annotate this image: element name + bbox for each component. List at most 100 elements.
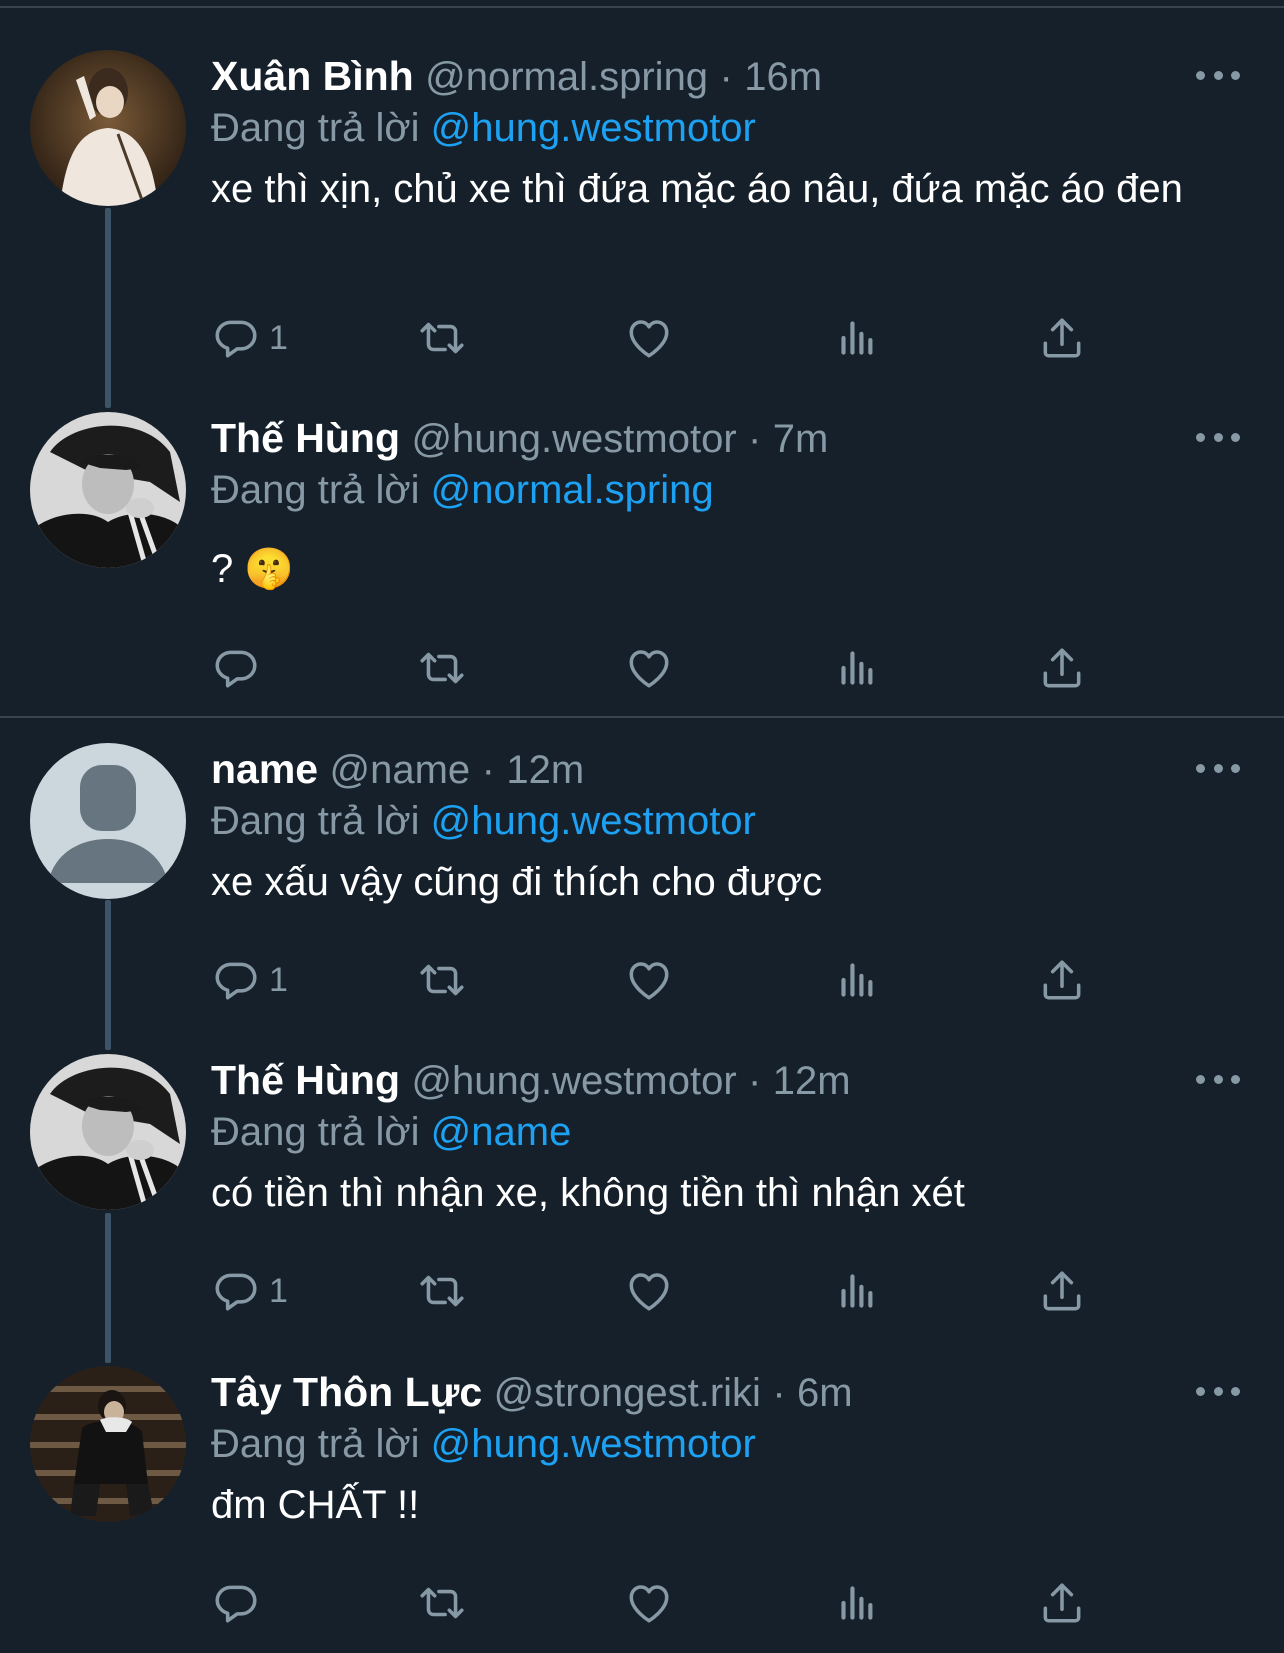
- retweet-button[interactable]: [417, 1265, 467, 1317]
- share-button[interactable]: [1037, 642, 1087, 694]
- views-button[interactable]: [831, 1265, 881, 1317]
- mention-link[interactable]: @hung.westmotor: [431, 799, 756, 843]
- more-icon[interactable]: [1196, 430, 1240, 444]
- replying-label: Đang trả lời: [211, 468, 420, 512]
- avatar[interactable]: [30, 50, 186, 206]
- share-icon: [1037, 1266, 1087, 1316]
- avatar[interactable]: [30, 743, 186, 899]
- action-bar: 1: [211, 954, 1131, 1006]
- replying-label: Đang trả lời: [211, 799, 420, 843]
- thread-divider: [0, 716, 1284, 718]
- reply-button[interactable]: [211, 642, 269, 694]
- timestamp[interactable]: 6m: [797, 1371, 853, 1415]
- tweet-text: xe thì xịn, chủ xe thì đứa mặc áo nâu, đ…: [211, 167, 1183, 211]
- display-name[interactable]: Xuân Bình: [211, 53, 414, 99]
- like-button[interactable]: [624, 642, 674, 694]
- mention-link[interactable]: @normal.spring: [431, 468, 714, 512]
- tweet-text: ? 🤫: [211, 547, 295, 591]
- reply-count: 1: [269, 318, 288, 357]
- timestamp[interactable]: 7m: [773, 417, 829, 461]
- action-bar: [211, 642, 1131, 694]
- share-button[interactable]: [1037, 954, 1087, 1006]
- reply-count: 1: [269, 960, 288, 999]
- handle[interactable]: @strongest.riki: [494, 1371, 761, 1415]
- separator: ·: [772, 1371, 786, 1415]
- share-icon: [1037, 643, 1087, 693]
- mention-link[interactable]: @hung.westmotor: [431, 1422, 756, 1466]
- avatar[interactable]: [30, 1366, 186, 1522]
- like-button[interactable]: [624, 954, 674, 1006]
- reply-icon: [211, 1266, 261, 1316]
- retweet-icon: [417, 313, 467, 363]
- reply-icon: [211, 955, 261, 1005]
- reply-button[interactable]: 1: [211, 1265, 288, 1317]
- thread-connector: [105, 900, 111, 1050]
- mention-link[interactable]: @name: [431, 1110, 572, 1154]
- display-name[interactable]: Tây Thôn Lực: [211, 1369, 482, 1415]
- tweet-text: có tiền thì nhận xe, không tiền thì nhận…: [211, 1171, 965, 1215]
- display-name[interactable]: Thế Hùng: [211, 415, 400, 461]
- more-icon[interactable]: [1196, 1384, 1240, 1398]
- analytics-icon: [831, 1266, 881, 1316]
- handle[interactable]: @hung.westmotor: [411, 417, 736, 461]
- views-button[interactable]: [831, 1577, 881, 1629]
- timestamp[interactable]: 16m: [744, 55, 822, 99]
- more-icon[interactable]: [1196, 761, 1240, 775]
- retweet-button[interactable]: [417, 642, 467, 694]
- retweet-icon: [417, 1578, 467, 1628]
- handle[interactable]: @name: [330, 748, 471, 792]
- tweet-text: đm CHẤT !!: [211, 1483, 420, 1527]
- more-icon[interactable]: [1196, 1072, 1240, 1086]
- share-button[interactable]: [1037, 312, 1087, 364]
- replying-label: Đang trả lời: [211, 1422, 420, 1466]
- heart-icon: [624, 1578, 674, 1628]
- handle[interactable]: @hung.westmotor: [411, 1059, 736, 1103]
- display-name[interactable]: name: [211, 746, 318, 792]
- separator: ·: [481, 748, 495, 792]
- timestamp[interactable]: 12m: [506, 748, 584, 792]
- replying-label: Đang trả lời: [211, 1110, 420, 1154]
- retweet-button[interactable]: [417, 1577, 467, 1629]
- tweet-text: xe xấu vậy cũng đi thích cho được: [211, 860, 823, 904]
- retweet-button[interactable]: [417, 312, 467, 364]
- top-divider: [0, 6, 1284, 8]
- views-button[interactable]: [831, 954, 881, 1006]
- reply-icon: [211, 1578, 261, 1628]
- like-button[interactable]: [624, 1265, 674, 1317]
- display-name[interactable]: Thế Hùng: [211, 1057, 400, 1103]
- share-button[interactable]: [1037, 1577, 1087, 1629]
- reply-button[interactable]: [211, 1577, 269, 1629]
- timestamp[interactable]: 12m: [773, 1059, 851, 1103]
- like-button[interactable]: [624, 1577, 674, 1629]
- reply-button[interactable]: 1: [211, 954, 288, 1006]
- retweet-icon: [417, 955, 467, 1005]
- separator: ·: [719, 55, 733, 99]
- reply-icon: [211, 643, 261, 693]
- thread-connector: [105, 1213, 111, 1363]
- heart-icon: [624, 1266, 674, 1316]
- avatar[interactable]: [30, 412, 186, 568]
- action-bar: 1: [211, 312, 1131, 364]
- reply-button[interactable]: 1: [211, 312, 288, 364]
- share-icon: [1037, 1578, 1087, 1628]
- separator: ·: [748, 417, 762, 461]
- mention-link[interactable]: @hung.westmotor: [431, 106, 756, 150]
- retweet-button[interactable]: [417, 954, 467, 1006]
- action-bar: 1: [211, 1265, 1131, 1317]
- views-button[interactable]: [831, 312, 881, 364]
- retweet-icon: [417, 1266, 467, 1316]
- action-bar: [211, 1577, 1131, 1629]
- avatar[interactable]: [30, 1054, 186, 1210]
- views-button[interactable]: [831, 642, 881, 694]
- heart-icon: [624, 643, 674, 693]
- analytics-icon: [831, 955, 881, 1005]
- reply-icon: [211, 313, 261, 363]
- retweet-icon: [417, 643, 467, 693]
- separator: ·: [748, 1059, 762, 1103]
- like-button[interactable]: [624, 312, 674, 364]
- replying-label: Đang trả lời: [211, 106, 420, 150]
- reply-count: 1: [269, 1271, 288, 1310]
- more-icon[interactable]: [1196, 68, 1240, 82]
- share-button[interactable]: [1037, 1265, 1087, 1317]
- handle[interactable]: @normal.spring: [425, 55, 708, 99]
